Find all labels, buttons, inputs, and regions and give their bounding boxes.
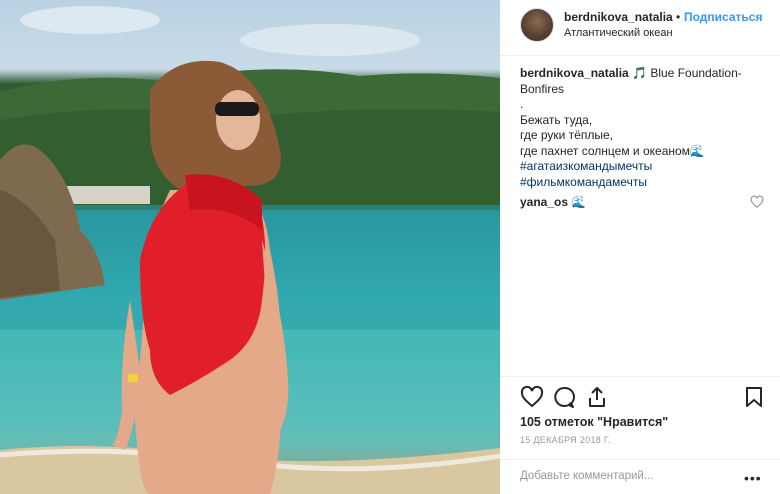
caption-line-3: где руки тёплые, [520, 128, 613, 142]
author-username[interactable]: berdnikova_natalia [564, 10, 673, 24]
hashtag-link-1[interactable]: #агатаизкомандымечты [520, 159, 770, 175]
caption: berdnikova_natalia 🎵 Blue Foundation-Bon… [520, 66, 770, 190]
beach-photo-illustration [0, 6, 500, 494]
location-link[interactable]: Атлантический океан [564, 27, 673, 39]
caption-line-4: где пахнет солнцем и океаном🌊 [520, 143, 705, 158]
comment-input[interactable]: Добавьте комментарий... [520, 470, 653, 482]
more-options-icon[interactable]: ••• [744, 470, 762, 486]
post-photo[interactable] [0, 0, 500, 494]
post-date: 15 ДЕКАБРЯ 2018 Г. [520, 435, 611, 445]
comment-item: yana_os 🌊 [520, 195, 586, 209]
add-comment-bar: Добавьте комментарий... ••• [500, 459, 780, 494]
comment-author[interactable]: yana_os [520, 195, 568, 209]
post-header: berdnikova_natalia • Подписаться Атланти… [500, 0, 780, 56]
caption-line-2: Бежать туда, [520, 112, 593, 127]
post-actions: 105 отметок "Нравится" 15 ДЕКАБРЯ 2018 Г… [500, 376, 780, 494]
avatar[interactable] [520, 8, 554, 42]
follow-button[interactable]: Подписаться [684, 10, 762, 24]
comment-text: 🌊 [571, 195, 587, 209]
heart-icon[interactable] [520, 385, 544, 409]
share-icon[interactable] [585, 385, 609, 409]
comment-icon[interactable] [552, 385, 576, 409]
separator-dot: • [676, 10, 681, 24]
bookmark-icon[interactable] [742, 385, 766, 409]
likes-count[interactable]: 105 отметок "Нравится" [520, 415, 668, 429]
hashtag-link-2[interactable]: #фильмкомандамечты [520, 175, 770, 191]
post-sidebar: berdnikova_natalia • Подписаться Атланти… [500, 0, 780, 494]
caption-line-1: . [520, 97, 524, 111]
heart-small-icon[interactable] [750, 195, 764, 209]
caption-author[interactable]: berdnikova_natalia [520, 66, 629, 80]
